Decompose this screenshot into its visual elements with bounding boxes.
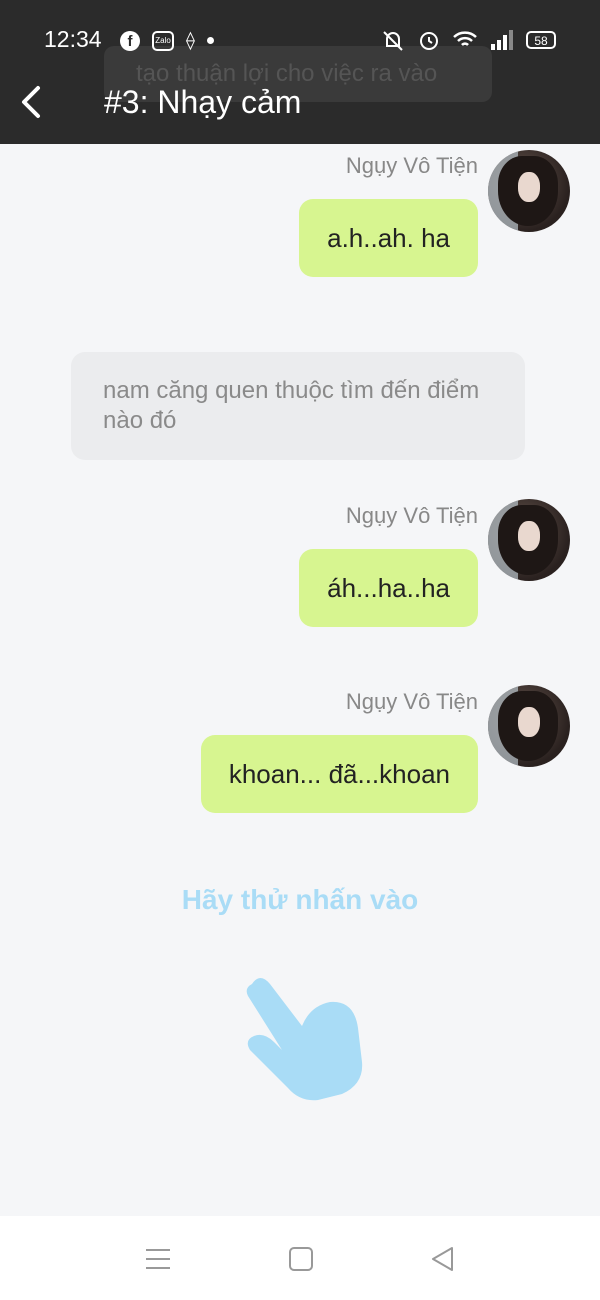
- vpn-diamond-icon: ⟠: [186, 30, 195, 50]
- battery-indicator: 58: [526, 31, 556, 49]
- avatar[interactable]: [488, 499, 570, 581]
- message-bubble[interactable]: áh...ha..ha: [299, 549, 478, 627]
- sender-name: Ngụy Vô Tiện: [345, 503, 478, 528]
- alarm-icon: [420, 32, 438, 50]
- tap-hint[interactable]: Hãy thử nhấn vào: [0, 884, 600, 916]
- status-bar: 12:34 f Zalo ⟠ 58: [0, 22, 600, 62]
- menu-icon[interactable]: [143, 1244, 173, 1274]
- sender-name: Ngụy Vô Tiện: [345, 689, 478, 714]
- facebook-icon: f: [120, 30, 140, 51]
- avatar[interactable]: [488, 150, 570, 232]
- wifi-icon: [453, 31, 477, 46]
- notification-dot-icon: [206, 37, 214, 44]
- narration-bubble[interactable]: nam căng quen thuộc tìm đến điểm nào đó: [71, 352, 525, 460]
- signal-icon: [491, 30, 513, 50]
- page-title: #3: Nhạy cảm: [104, 84, 302, 120]
- mute-bell-icon: [383, 31, 403, 51]
- app-header: tạo thuận lợi cho việc ra vào 12:34 f Za…: [0, 0, 600, 144]
- back-button[interactable]: [14, 82, 54, 122]
- zalo-icon: Zalo: [152, 30, 174, 51]
- system-nav-bar: [0, 1216, 600, 1300]
- back-triangle-icon[interactable]: [428, 1244, 458, 1274]
- home-square-icon[interactable]: [286, 1244, 316, 1274]
- status-time: 12:34: [44, 26, 102, 52]
- sender-name: Ngụy Vô Tiện: [345, 153, 478, 178]
- message-bubble[interactable]: a.h..ah. ha: [299, 199, 478, 277]
- message-bubble[interactable]: khoan... đã...khoan: [200, 735, 478, 813]
- avatar[interactable]: [488, 685, 570, 767]
- pointing-hand-icon: [246, 978, 363, 1101]
